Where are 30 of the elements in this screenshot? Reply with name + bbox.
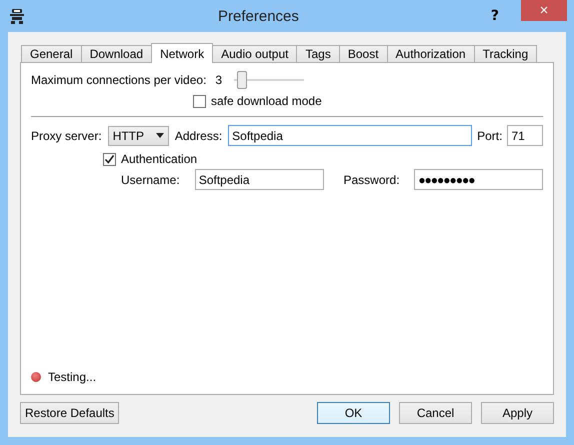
address-label: Address: [174,128,222,142]
restore-defaults-button[interactable]: Restore Defaults [20,402,120,424]
tab[interactable]: General [21,45,82,62]
username-label: Username: [121,172,181,186]
port-field[interactable]: 71 [507,125,543,146]
password-field[interactable]: ●●●●●●●●● [414,169,543,190]
ok-button[interactable]: OK [317,402,390,424]
password-label: Password: [344,172,401,186]
proxy-label: Proxy server: [31,128,102,142]
tab[interactable]: Network [151,43,214,63]
cancel-button[interactable]: Cancel [399,402,472,424]
port-label: Port: [477,128,502,142]
tab[interactable]: Tags [296,45,340,62]
proxy-type-dropdown[interactable]: HTTP [108,126,169,146]
help-button[interactable]: ? [490,8,499,24]
close-button[interactable]: × [521,0,567,21]
apply-button[interactable]: Apply [481,402,554,424]
connections-value: 3 [215,73,222,87]
tab[interactable]: Download [80,45,152,62]
window-title: Preferences [217,8,300,24]
safe-mode-label: safe download mode [211,94,322,108]
authentication-label: Authentication [121,152,198,166]
tab[interactable]: Authorization [386,45,475,62]
tab[interactable]: Audio output [212,45,298,62]
address-field[interactable]: Softpedia [228,125,472,146]
tab[interactable]: Boost [338,45,388,62]
username-field[interactable]: Softpedia [194,169,324,190]
status-text: Testing... [48,370,96,384]
connections-label: Maximum connections per video: [31,73,206,87]
tab[interactable]: Tracking [474,45,538,62]
